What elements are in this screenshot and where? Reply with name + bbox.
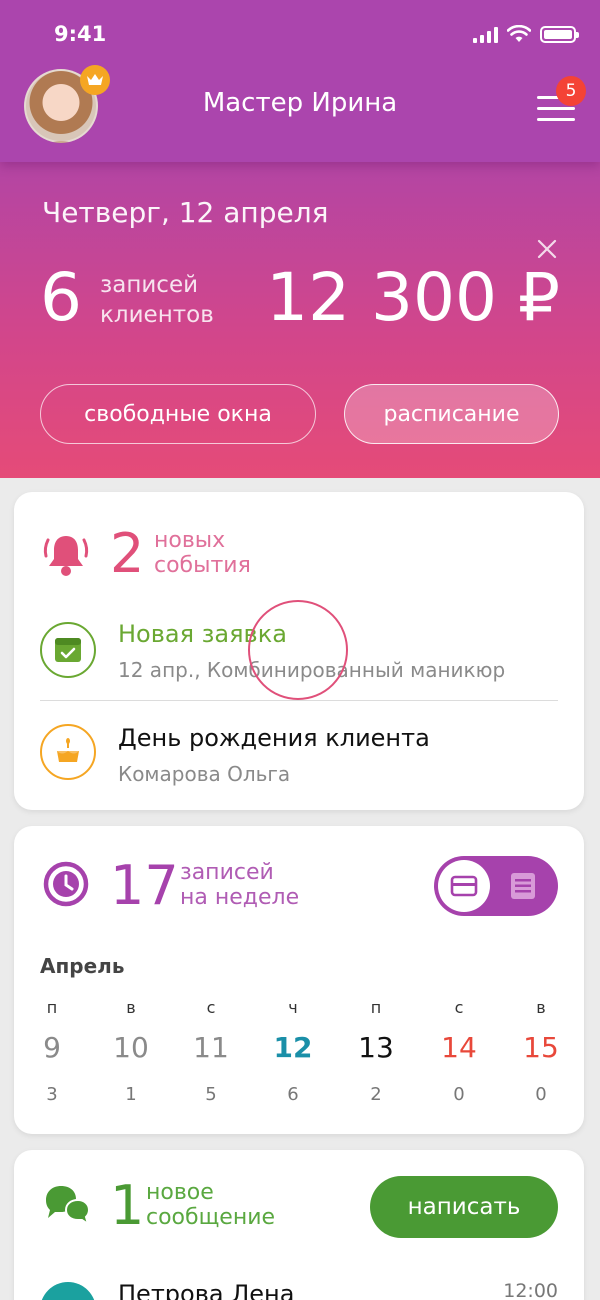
- clock-icon: [43, 861, 89, 907]
- view-toggle[interactable]: [434, 856, 558, 916]
- day-cell[interactable]: с 14 0: [429, 998, 489, 1105]
- week-count: 17: [110, 854, 179, 917]
- weekday-label: п: [46, 998, 58, 1017]
- day-count: 0: [535, 1084, 547, 1105]
- event-title: День рождения клиента: [118, 724, 430, 752]
- wifi-icon: [507, 25, 531, 42]
- close-icon[interactable]: [536, 238, 558, 260]
- message-time: 12:00: [503, 1280, 558, 1300]
- day-cell[interactable]: с 11 5: [181, 998, 241, 1105]
- events-label-line-1: новых: [154, 528, 226, 553]
- day-cell[interactable]: в 15 0: [511, 998, 571, 1105]
- birthday-cake-icon: [40, 724, 96, 780]
- message-sender-name: Петрова Лена: [118, 1280, 295, 1300]
- day-count: 2: [370, 1084, 382, 1105]
- avatar: [40, 1282, 96, 1300]
- divider: [40, 700, 558, 701]
- events-label-line-2: события: [154, 553, 251, 578]
- weekday-label: в: [536, 998, 546, 1017]
- messages-label-line-2: сообщение: [146, 1205, 276, 1230]
- appointments-label-line-2: клиентов: [100, 302, 214, 328]
- events-card: 2 новых события Новая заявка 12 апр., Ко…: [14, 492, 584, 810]
- day-number: 10: [113, 1031, 149, 1064]
- week-label-line-2: на неделе: [180, 885, 300, 910]
- events-label: новых события: [154, 528, 251, 578]
- bell-icon: [43, 536, 89, 576]
- messages-card: 1 новое сообщение написать Петрова Лена …: [14, 1150, 584, 1300]
- day-number: 9: [43, 1031, 61, 1064]
- day-cell[interactable]: п 9 3: [22, 998, 82, 1105]
- messages-count: 1: [110, 1174, 145, 1237]
- weekday-label: с: [454, 998, 464, 1017]
- day-number: 12: [273, 1031, 313, 1064]
- card-view-icon[interactable]: [438, 860, 490, 912]
- day-number: 15: [523, 1031, 559, 1064]
- calendar-check-icon: [40, 622, 96, 678]
- day-number: 13: [358, 1031, 394, 1064]
- appointments-label: записей клиентов: [100, 270, 214, 330]
- summary-date: Четверг, 12 апреля: [42, 196, 329, 229]
- day-count: 5: [205, 1084, 217, 1105]
- free-slots-button[interactable]: свободные окна: [40, 384, 316, 444]
- appointments-count: 6: [40, 259, 82, 336]
- day-count: 1: [125, 1084, 137, 1105]
- cellular-signal-icon: [473, 26, 498, 43]
- notification-badge: 5: [556, 76, 586, 106]
- events-count: 2: [110, 522, 145, 585]
- day-cell-today[interactable]: ч 12 6: [263, 998, 323, 1105]
- day-count: 3: [46, 1084, 58, 1105]
- day-count: 0: [453, 1084, 465, 1105]
- page-title: Мастер Ирина: [202, 88, 398, 118]
- day-cell[interactable]: п 13 2: [346, 998, 406, 1105]
- weekday-label: п: [370, 998, 382, 1017]
- top-bar: 9:41 Мастер Ирина 5: [0, 0, 600, 162]
- weekday-label: ч: [288, 998, 298, 1017]
- revenue-total: 12 300 ₽: [266, 259, 560, 336]
- write-message-button[interactable]: написать: [370, 1176, 558, 1238]
- day-count: 6: [287, 1084, 299, 1105]
- event-subtitle: Комарова Ольга: [118, 762, 291, 786]
- chat-bubbles-icon: [46, 1186, 91, 1227]
- week-label: записей на неделе: [180, 860, 299, 910]
- battery-icon: [540, 25, 579, 43]
- weekday-label: с: [206, 998, 216, 1017]
- day-cell[interactable]: в 10 1: [101, 998, 161, 1105]
- touch-indicator: [248, 600, 348, 700]
- weekday-label: в: [126, 998, 136, 1017]
- month-label: Апрель: [40, 954, 125, 978]
- day-number: 14: [441, 1031, 477, 1064]
- appointments-label-line-1: записей: [100, 272, 199, 298]
- day-number: 11: [193, 1031, 229, 1064]
- messages-label-line-1: новое: [146, 1180, 214, 1205]
- status-icons: [473, 25, 579, 43]
- week-label-line-1: записей: [180, 860, 274, 885]
- status-time: 9:41: [54, 22, 107, 46]
- week-card: 17 записей на неделе Апрель п 9 3 в 10 1: [14, 826, 584, 1134]
- messages-label: новое сообщение: [146, 1180, 275, 1230]
- schedule-button[interactable]: расписание: [344, 384, 559, 444]
- list-view-icon[interactable]: [510, 872, 536, 900]
